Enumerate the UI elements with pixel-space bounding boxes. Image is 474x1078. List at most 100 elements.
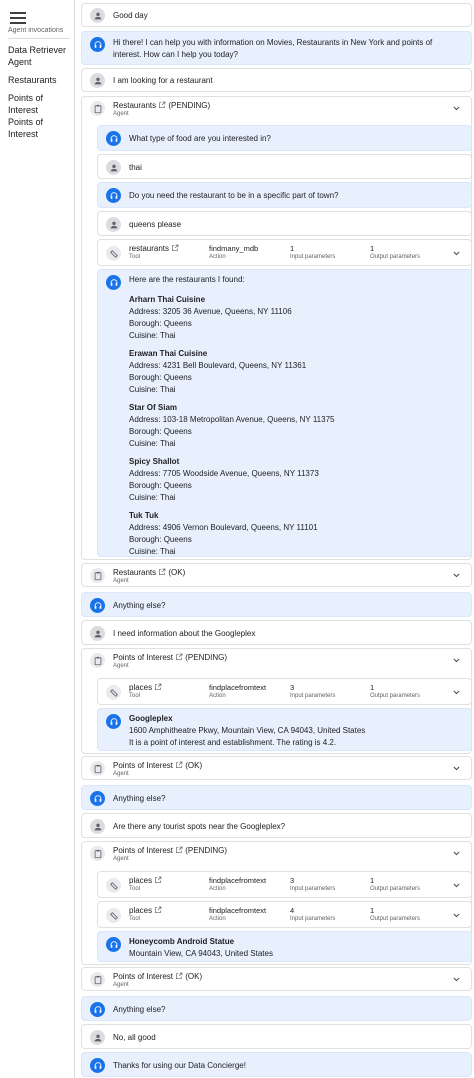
sidebar-item-points-of-interest-2[interactable]: Points of Interest [8,116,72,140]
bot-message: Honeycomb Android Statue Mountain View, … [97,931,472,962]
bot-message: Googleplex 1600 Amphitheatre Pkwy, Mount… [97,708,472,751]
headset-icon [106,937,121,952]
restaurant-entry: Erawan Thai Cuisine Address: 4231 Bell B… [129,348,334,396]
tool-name-text: places [129,906,153,915]
bot-message: What type of food are you interested in? [97,125,472,151]
clipboard-icon [90,972,105,987]
place-name: Honeycomb Android Statue [129,937,235,946]
action-value: findplacefromtext [209,683,267,692]
headset-icon [90,1002,105,1017]
message-text: Anything else? [113,601,166,610]
tool-icon [106,878,121,893]
bot-message: Do you need the restaurant to be in a sp… [97,182,472,208]
agent-name-text: Points of Interest [113,653,174,662]
input-params: 4 Input parameters [290,906,335,922]
open-external-icon[interactable] [158,568,166,576]
open-external-icon[interactable] [175,846,183,854]
sidebar-item-points-of-interest[interactable]: Points of Interest [8,92,72,116]
output-label: Output parameters [370,886,421,892]
open-external-icon[interactable] [171,244,179,252]
agent-status: (PENDING) [168,101,211,110]
output-params: 1 Output parameters [370,683,420,699]
input-count: 3 [290,683,295,692]
chevron-down-icon[interactable] [452,881,461,890]
chevron-down-icon[interactable] [452,764,461,773]
user-message: I need information about the Googleplex [81,620,472,645]
restaurant-cuisine: Cuisine: Thai [129,547,176,556]
chevron-down-icon[interactable] [452,656,461,665]
tool-name: restaurants [129,244,179,253]
open-external-icon[interactable] [154,906,162,914]
chevron-down-icon[interactable] [452,104,461,113]
chevron-down-icon[interactable] [452,571,461,580]
headset-icon [106,188,121,203]
output-count: 1 [370,244,375,253]
message-text: queens please [129,220,182,229]
agent-invocation: Points of Interest (OK) Agent [81,967,472,991]
action-label: Action [209,693,226,699]
clipboard-icon [90,761,105,776]
user-message: queens please [97,211,472,236]
restaurant-borough: Borough: Queens [129,319,192,328]
headset-icon [106,275,121,290]
open-external-icon[interactable] [154,876,162,884]
bot-message: Anything else? [81,996,472,1021]
conversation: Good day Hi there! I can help you with i… [79,0,472,1078]
agent-status: (OK) [168,568,186,577]
sidebar: Agent invocations Data Retriever Agent R… [0,0,75,1078]
message-text: Do you need the restaurant to be in a sp… [129,191,339,200]
agent-name-text: Points of Interest [113,846,174,855]
headset-icon [90,791,105,806]
tool-invocation: places Tool findplacefromtext Action 3 Inp… [97,871,472,898]
tool-name: places [129,683,162,692]
menu-icon[interactable] [10,12,26,24]
sidebar-heading: Agent invocations [8,27,64,34]
agent-name: Points of Interest (OK) [113,761,202,770]
restaurant-cuisine: Cuisine: Thai [129,439,176,448]
restaurant-borough: Borough: Queens [129,535,192,544]
restaurant-address: Address: 7705 Woodside Avenue, Queens, N… [129,469,319,478]
clipboard-icon [90,846,105,861]
message-text: Hi there! I can help you with informatio… [113,38,433,59]
tool-name: places [129,876,162,885]
message-text: thai [129,163,142,172]
restaurant-borough: Borough: Queens [129,373,192,382]
open-external-icon[interactable] [175,653,183,661]
agent-type: Agent [113,771,129,777]
sidebar-item-restaurants[interactable]: Restaurants [8,74,72,86]
agent-invocation: Restaurants (PENDING) Agent What type of… [81,96,472,560]
restaurant-entry: Spicy Shallot Address: 7705 Woodside Ave… [129,456,334,504]
open-external-icon[interactable] [175,972,183,980]
restaurant-address: Address: 3205 36 Avenue, Queens, NY 1110… [129,307,292,316]
input-label: Input parameters [290,693,336,699]
chevron-down-icon[interactable] [452,249,461,258]
open-external-icon[interactable] [175,761,183,769]
chevron-down-icon[interactable] [452,975,461,984]
open-external-icon[interactable] [154,683,162,691]
agent-invocation: Points of Interest (PENDING) Agent place… [81,841,472,965]
input-label: Input parameters [290,916,336,922]
message-text: Good day [113,11,148,20]
clipboard-icon [90,101,105,116]
chevron-down-icon[interactable] [452,849,461,858]
agent-status: (PENDING) [185,653,228,662]
output-label: Output parameters [370,254,421,260]
user-icon [90,819,105,834]
sidebar-divider [8,38,70,39]
headset-icon [90,598,105,613]
chevron-down-icon[interactable] [452,911,461,920]
message-text: Here are the restaurants I found: Arharn… [129,274,334,558]
restaurant-cuisine: Cuisine: Thai [129,385,176,394]
clipboard-icon [90,568,105,583]
input-label: Input parameters [290,886,336,892]
user-icon [90,1030,105,1045]
chevron-down-icon[interactable] [452,688,461,697]
user-icon [106,160,121,175]
sidebar-item-data-retriever-agent[interactable]: Data Retriever Agent [8,44,72,68]
tool-icon [106,685,121,700]
user-icon [90,626,105,641]
tool-invocation: restaurants Tool findmany_mdb Action 1 Inp… [97,239,472,266]
headset-icon [90,37,105,52]
restaurant-cuisine: Cuisine: Thai [129,331,176,340]
open-external-icon[interactable] [158,101,166,109]
